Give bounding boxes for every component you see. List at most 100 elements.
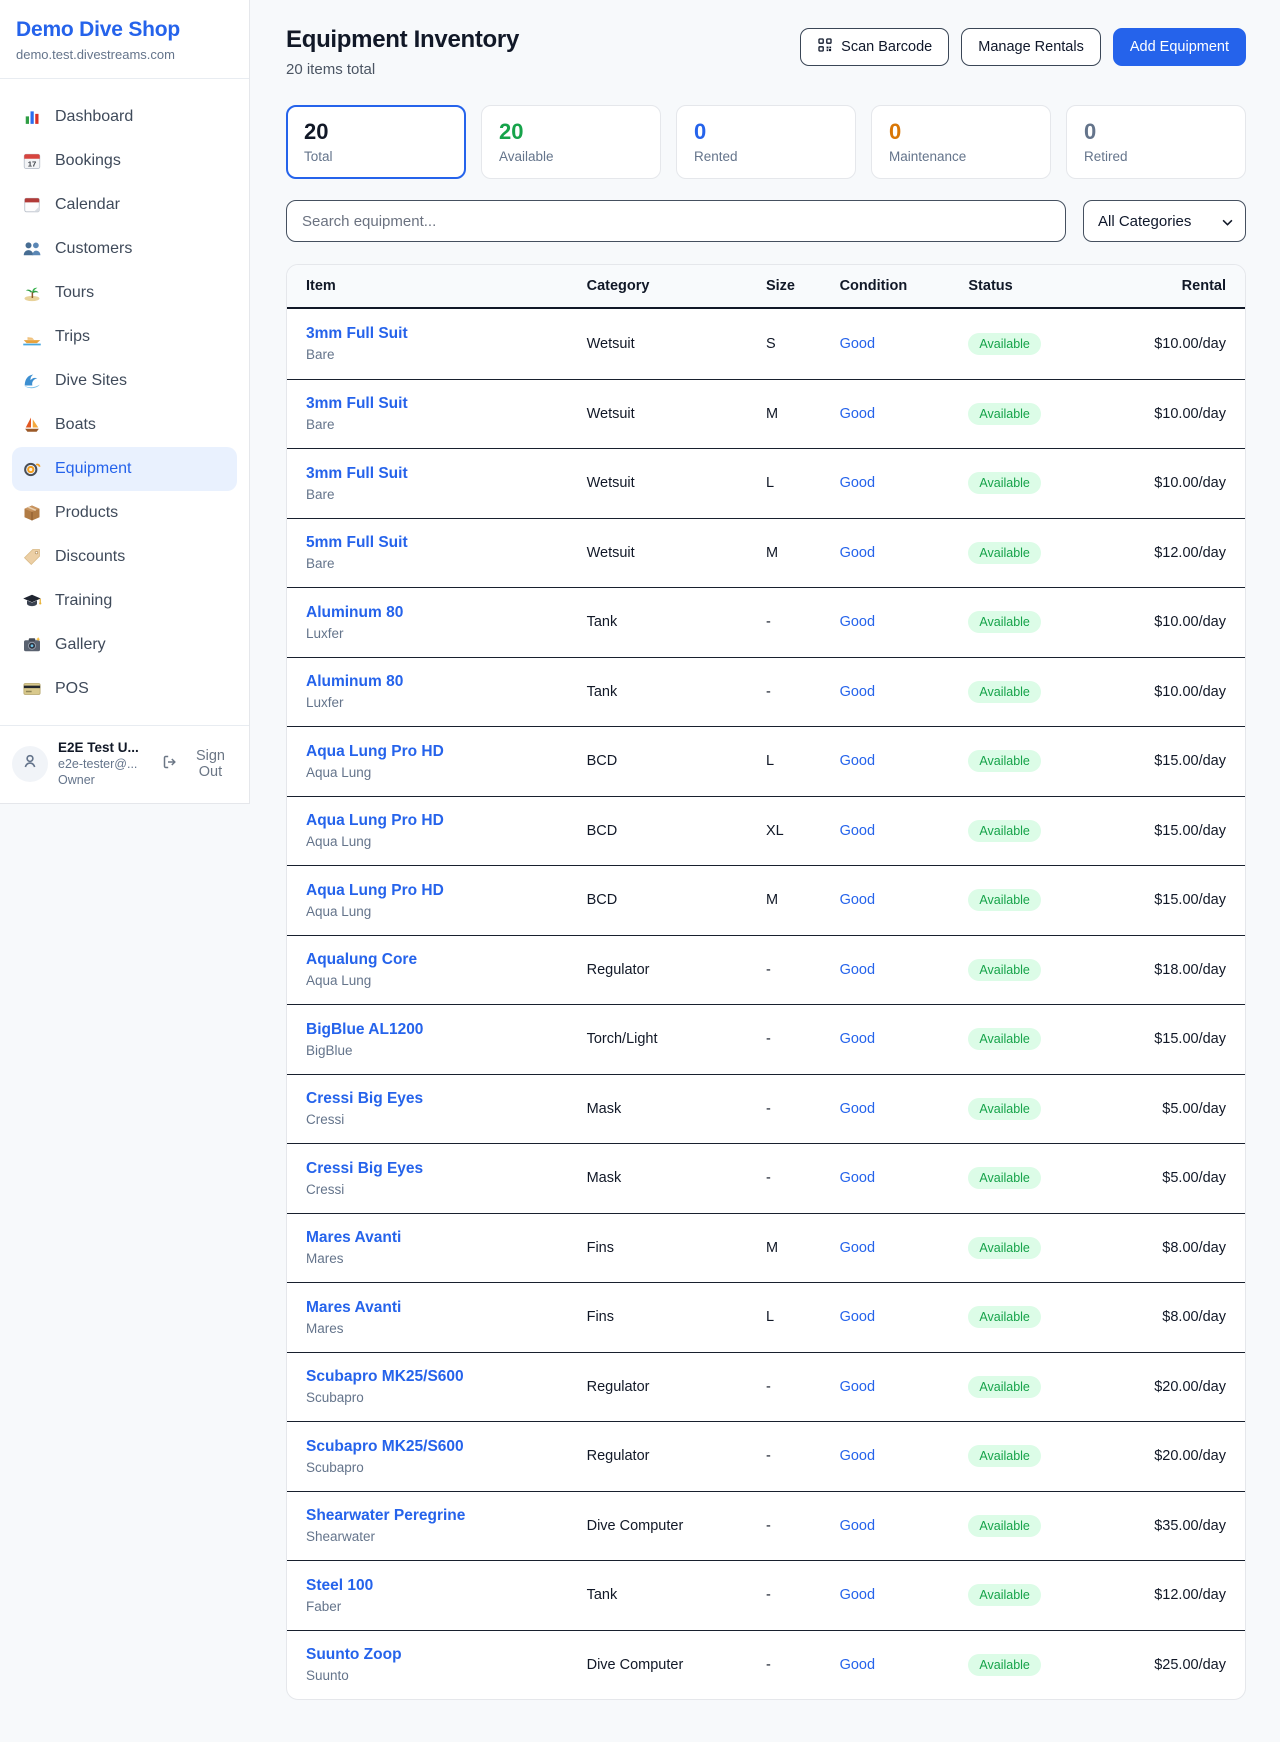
condition-link[interactable]: Good	[840, 823, 875, 839]
sidebar-item-dive-sites[interactable]: Dive Sites	[12, 359, 237, 403]
category-cell: Wetsuit	[587, 545, 766, 561]
rental-cell: $12.00/day	[1106, 1587, 1226, 1603]
item-link[interactable]: Aqualung Core	[306, 951, 417, 969]
item-link[interactable]: Aqua Lung Pro HD	[306, 743, 444, 761]
stat-card-retired[interactable]: 0Retired	[1066, 105, 1246, 179]
item-link[interactable]: Scubapro MK25/S600	[306, 1368, 464, 1386]
add-equipment-button[interactable]: Add Equipment	[1113, 28, 1246, 66]
item-link[interactable]: 3mm Full Suit	[306, 325, 408, 343]
sidebar-item-label: Dive Sites	[55, 372, 127, 390]
condition-link[interactable]: Good	[840, 406, 875, 422]
rental-cell: $10.00/day	[1106, 684, 1226, 700]
stat-value: 0	[1084, 119, 1228, 145]
stat-card-total[interactable]: 20Total	[286, 105, 466, 179]
condition-link[interactable]: Good	[840, 1518, 875, 1534]
condition-link[interactable]: Good	[840, 1657, 875, 1673]
size-cell: -	[766, 962, 840, 978]
stat-card-rented[interactable]: 0Rented	[676, 105, 856, 179]
sidebar-item-tours[interactable]: Tours	[12, 271, 237, 315]
sidebar-item-products[interactable]: Products	[12, 491, 237, 535]
status-cell: Available	[968, 750, 1106, 772]
item-link[interactable]: Aqua Lung Pro HD	[306, 812, 444, 830]
scan-barcode-button[interactable]: Scan Barcode	[800, 28, 949, 66]
condition-link[interactable]: Good	[840, 1101, 875, 1117]
item-link[interactable]: Steel 100	[306, 1577, 373, 1595]
condition-link[interactable]: Good	[840, 336, 875, 352]
item-link[interactable]: Mares Avanti	[306, 1299, 401, 1317]
category-cell: Wetsuit	[587, 475, 766, 491]
item-cell: Aluminum 80Luxfer	[306, 673, 587, 710]
size-cell: -	[766, 1031, 840, 1047]
condition-cell: Good	[840, 1517, 969, 1535]
sidebar-item-pos[interactable]: POS	[12, 667, 237, 711]
table-body: 3mm Full SuitBareWetsuitSGoodAvailable$1…	[287, 309, 1245, 1699]
sidebar-item-label: Training	[55, 592, 112, 610]
sidebar-item-customers[interactable]: Customers	[12, 227, 237, 271]
condition-link[interactable]: Good	[840, 684, 875, 700]
condition-link[interactable]: Good	[840, 475, 875, 491]
add-equipment-label: Add Equipment	[1130, 39, 1229, 55]
sidebar-item-equipment[interactable]: Equipment	[12, 447, 237, 491]
item-link[interactable]: BigBlue AL1200	[306, 1021, 423, 1039]
condition-link[interactable]: Good	[840, 545, 875, 561]
status-cell: Available	[968, 403, 1106, 425]
item-link[interactable]: Cressi Big Eyes	[306, 1090, 423, 1108]
condition-link[interactable]: Good	[840, 1031, 875, 1047]
table-row: Aqualung CoreAqua LungRegulator-GoodAvai…	[287, 935, 1245, 1005]
rental-cell: $10.00/day	[1106, 336, 1226, 352]
rental-cell: $18.00/day	[1106, 962, 1226, 978]
size-cell: -	[766, 1587, 840, 1603]
item-link[interactable]: 3mm Full Suit	[306, 395, 408, 413]
item-link[interactable]: Mares Avanti	[306, 1229, 401, 1247]
item-link[interactable]: Scubapro MK25/S600	[306, 1438, 464, 1456]
item-link[interactable]: Suunto Zoop	[306, 1646, 402, 1664]
stat-card-available[interactable]: 20Available	[481, 105, 661, 179]
brand-name[interactable]: Demo Dive Shop	[16, 18, 233, 42]
item-link[interactable]: Cressi Big Eyes	[306, 1160, 423, 1178]
table-row: Mares AvantiMaresFinsMGoodAvailable$8.00…	[287, 1213, 1245, 1283]
status-cell: Available	[968, 472, 1106, 494]
item-link[interactable]: 3mm Full Suit	[306, 465, 408, 483]
condition-link[interactable]: Good	[840, 1448, 875, 1464]
item-cell: 5mm Full SuitBare	[306, 534, 587, 571]
item-link[interactable]: Aluminum 80	[306, 673, 403, 691]
avatar	[12, 746, 48, 782]
condition-link[interactable]: Good	[840, 1379, 875, 1395]
sidebar-item-label: Dashboard	[55, 108, 133, 126]
sidebar-item-dashboard[interactable]: Dashboard	[12, 95, 237, 139]
item-link[interactable]: 5mm Full Suit	[306, 534, 408, 552]
status-cell: Available	[968, 1445, 1106, 1467]
search-input[interactable]	[286, 200, 1066, 242]
sidebar-item-calendar[interactable]: Calendar	[12, 183, 237, 227]
manage-rentals-button[interactable]: Manage Rentals	[961, 28, 1101, 66]
condition-link[interactable]: Good	[840, 1309, 875, 1325]
item-link[interactable]: Aqua Lung Pro HD	[306, 882, 444, 900]
sidebar-item-trips[interactable]: Trips	[12, 315, 237, 359]
condition-link[interactable]: Good	[840, 1587, 875, 1603]
sidebar-item-gallery[interactable]: Gallery	[12, 623, 237, 667]
condition-link[interactable]: Good	[840, 962, 875, 978]
sidebar-item-bookings[interactable]: 17Bookings	[12, 139, 237, 183]
item-link[interactable]: Aluminum 80	[306, 604, 403, 622]
sign-out-button[interactable]: Sign Out	[162, 748, 237, 780]
sidebar-item-training[interactable]: Training	[12, 579, 237, 623]
category-select[interactable]: All Categories	[1083, 200, 1246, 242]
condition-link[interactable]: Good	[840, 614, 875, 630]
size-cell: L	[766, 475, 840, 491]
condition-cell: Good	[840, 891, 969, 909]
stat-value: 20	[499, 119, 643, 145]
item-link[interactable]: Shearwater Peregrine	[306, 1507, 465, 1525]
condition-link[interactable]: Good	[840, 1240, 875, 1256]
condition-link[interactable]: Good	[840, 1170, 875, 1186]
size-cell: -	[766, 684, 840, 700]
condition-cell: Good	[840, 1586, 969, 1604]
condition-link[interactable]: Good	[840, 892, 875, 908]
item-cell: 3mm Full SuitBare	[306, 325, 587, 362]
status-badge: Available	[968, 1376, 1041, 1398]
sidebar-item-boats[interactable]: Boats	[12, 403, 237, 447]
sidebar-item-discounts[interactable]: Discounts	[12, 535, 237, 579]
item-brand: Aqua Lung	[306, 973, 587, 988]
condition-link[interactable]: Good	[840, 753, 875, 769]
condition-cell: Good	[840, 1169, 969, 1187]
stat-card-maintenance[interactable]: 0Maintenance	[871, 105, 1051, 179]
